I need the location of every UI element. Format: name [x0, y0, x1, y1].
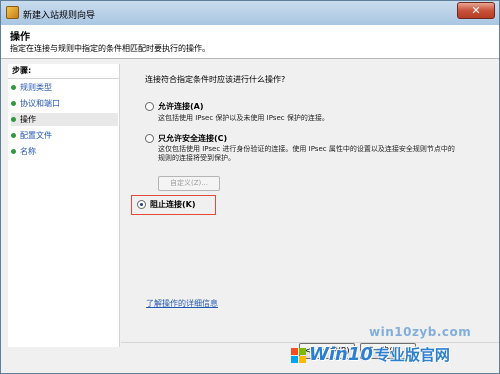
- step-label: 规则类型: [20, 83, 52, 92]
- green-bullet-icon: [11, 101, 16, 106]
- block-connection-radio[interactable]: [137, 200, 146, 209]
- step-profile[interactable]: 配置文件: [11, 129, 118, 142]
- step-label: 协议和端口: [20, 99, 60, 108]
- action-question: 连接符合指定条件时应该进行什么操作?: [145, 75, 286, 84]
- watermark-logo-cn: 专业版官网: [374, 346, 450, 364]
- watermark-logo-text: Win10: [309, 344, 373, 365]
- allow-connection-label[interactable]: 允许连接(A): [158, 101, 204, 112]
- customize-button[interactable]: 自定义(Z)...: [158, 176, 220, 191]
- green-bullet-icon: [11, 133, 16, 138]
- close-button[interactable]: ✕: [457, 2, 495, 19]
- wizard-window: 新建入站规则向导 ✕ 操作 指定在连接与规则中指定的条件相匹配时要执行的操作。 …: [0, 0, 500, 374]
- title-bar[interactable]: 新建入站规则向导 ✕: [1, 1, 499, 25]
- page-title: 操作: [10, 32, 30, 43]
- allow-connection-description: 这包括使用 IPsec 保护以及未使用 IPsec 保护的连接。: [158, 114, 329, 122]
- close-icon: ✕: [471, 4, 481, 17]
- step-action[interactable]: 操作: [11, 113, 118, 126]
- secure-connection-label[interactable]: 只允许安全连接(C): [158, 133, 227, 144]
- green-bullet-icon: [11, 149, 16, 154]
- green-bullet-icon: [11, 117, 16, 122]
- page-description: 指定在连接与规则中指定的条件相匹配时要执行的操作。: [10, 44, 210, 53]
- block-connection-label[interactable]: 阻止连接(K): [150, 199, 196, 210]
- step-label: 操作: [20, 115, 36, 124]
- secure-connection-radio[interactable]: [145, 134, 154, 143]
- step-name[interactable]: 名称: [11, 145, 118, 158]
- steps-title: 步骤:: [12, 66, 32, 75]
- step-label: 配置文件: [20, 131, 52, 140]
- learn-more-link[interactable]: 了解操作的详细信息: [146, 298, 218, 309]
- green-bullet-icon: [11, 85, 16, 90]
- steps-divider: [8, 78, 119, 79]
- step-label: 名称: [20, 147, 36, 156]
- watermark-url: win10zyb.com: [369, 325, 472, 339]
- secure-connection-description: 这仅包括使用 IPsec 进行身份验证的连接。使用 IPsec 属性中的设置以及…: [158, 145, 455, 162]
- wizard-header: 操作 指定在连接与规则中指定的条件相匹配时要执行的操作。: [1, 25, 499, 59]
- windows-logo-icon: [291, 348, 307, 364]
- step-protocol-ports[interactable]: 协议和端口: [11, 97, 118, 110]
- main-content: 连接符合指定条件时应该进行什么操作? 允许连接(A) 这包括使用 IPsec 保…: [121, 58, 499, 344]
- window-title: 新建入站规则向导: [23, 11, 96, 21]
- step-rule-type[interactable]: 规则类型: [11, 81, 118, 94]
- steps-panel: 步骤: 规则类型 协议和端口 操作 配置文件 名称: [8, 64, 120, 347]
- allow-connection-radio[interactable]: [145, 102, 154, 111]
- wizard-app-icon: [6, 6, 19, 19]
- watermark-logo: Win10 专业版官网: [309, 344, 450, 368]
